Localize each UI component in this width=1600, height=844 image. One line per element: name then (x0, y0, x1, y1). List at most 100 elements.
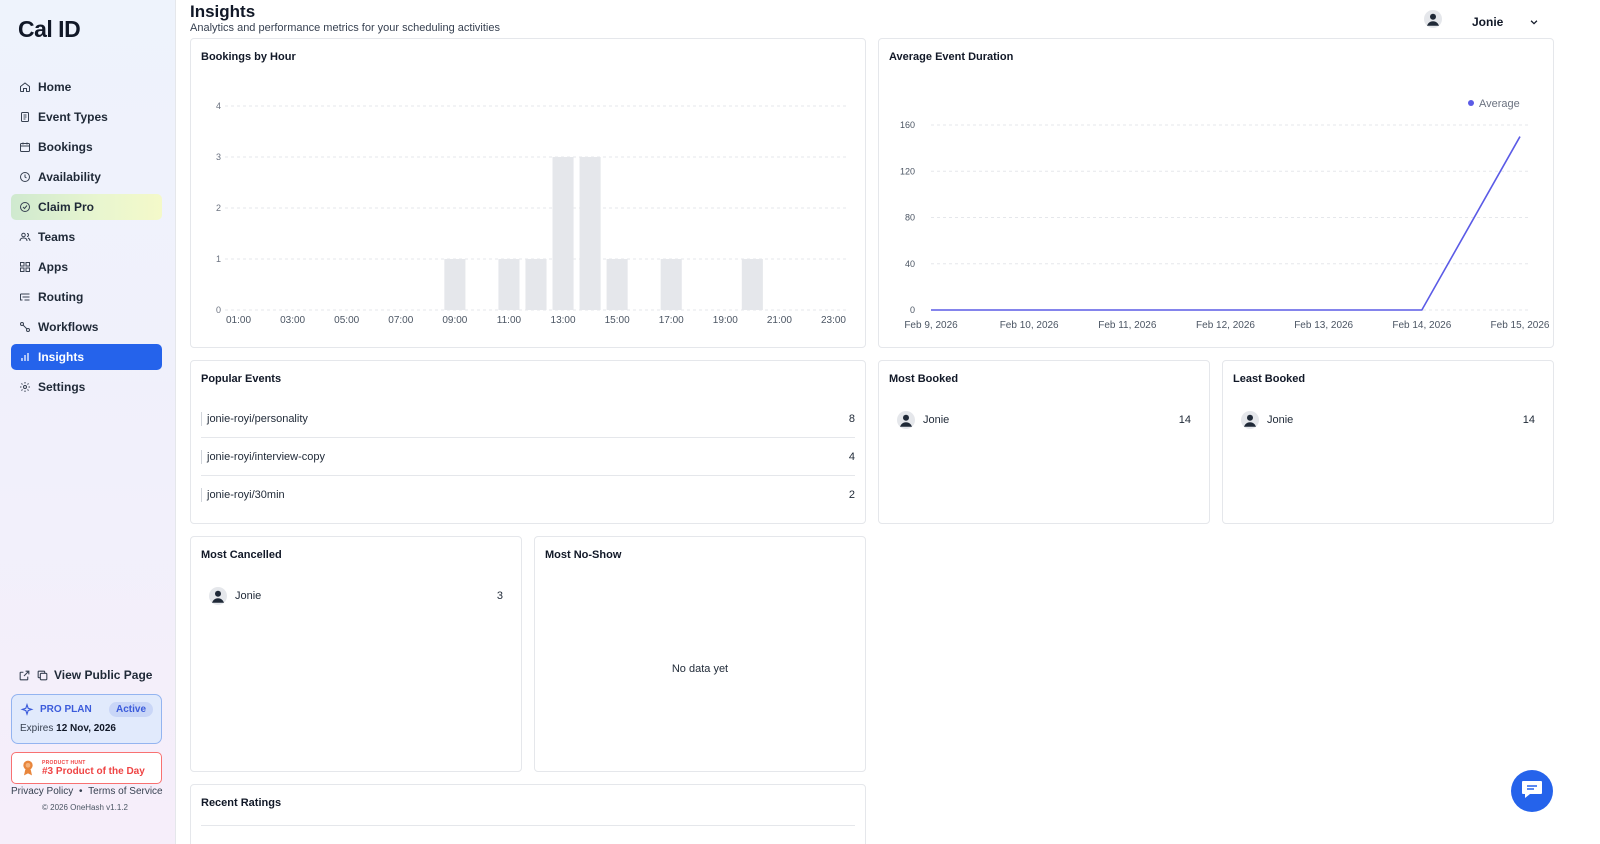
home-icon (19, 81, 31, 93)
sidebar-item-label: Insights (38, 350, 85, 364)
event-name: jonie-royi/30min (207, 489, 285, 501)
page-subtitle: Analytics and performance metrics for yo… (190, 22, 500, 34)
bookings-by-hour-chart: 0 1 2 3 4 01:00 03:00 05:00 07:00 09:00 11:00 13:00… (216, 101, 847, 326)
x-tick-label: 07:00 (388, 315, 413, 326)
list-item[interactable]: Jonie 14 (897, 411, 1191, 429)
user-menu[interactable]: Jonie (1424, 10, 1539, 33)
y-tick-label: 1 (216, 254, 221, 264)
avatar (897, 411, 915, 429)
x-tick-label: 05:00 (334, 315, 359, 326)
event-name: jonie-royi/personality (207, 412, 308, 425)
event-name: jonie-royi/interview-copy (207, 450, 325, 463)
card-title: Popular Events (201, 373, 282, 385)
x-tick-label: 17:00 (659, 315, 684, 326)
product-hunt-rank: #3 Product of the Day (42, 765, 145, 777)
gear-icon (19, 381, 31, 393)
legend-marker (1468, 100, 1474, 106)
bar-17:00 (660, 259, 682, 310)
page-title: Insights (190, 2, 256, 21)
x-tick-label: 15:00 (605, 315, 630, 326)
person-name: Jonie (235, 590, 262, 602)
terms-of-service-link[interactable]: Terms of Service (88, 786, 162, 797)
sidebar-item-label: Teams (38, 230, 76, 244)
list-item[interactable]: Jonie 14 (1241, 411, 1535, 429)
plan-status-badge: Active (108, 702, 153, 717)
most-cancelled-card: Most Cancelled Jonie 3 (190, 536, 522, 772)
app-logo[interactable]: Cal ID (18, 16, 81, 43)
bar-15:00 (606, 259, 628, 310)
grid-icon (19, 261, 31, 273)
person-count: 14 (1522, 414, 1535, 426)
pro-plan-title: PRO PLAN (40, 704, 92, 715)
bar-20:00 (741, 259, 763, 310)
card-title: Recent Ratings (201, 797, 282, 809)
y-tick-label: 80 (905, 213, 915, 223)
person-name: Jonie (1267, 414, 1294, 426)
sidebar-item-home[interactable]: Home (11, 74, 162, 100)
sidebar-item-teams[interactable]: Teams (11, 224, 162, 250)
least-booked-card: Least Booked Jonie 14 (1222, 360, 1554, 524)
list-item[interactable]: jonie-royi/personality 8 (201, 400, 855, 438)
bar-13:00 (552, 157, 574, 310)
sidebar-item-label: Event Types (38, 110, 108, 124)
recent-ratings-card: Recent Ratings (190, 784, 866, 844)
person-count: 14 (1178, 414, 1191, 426)
x-tick-label: 23:00 (821, 315, 846, 326)
x-tick-label: 01:00 (226, 315, 251, 326)
x-tick-label: Feb 12, 2026 (1196, 320, 1255, 331)
footer-separator: • (79, 786, 83, 797)
sidebar-item-label: Bookings (38, 140, 93, 154)
product-hunt-badge[interactable]: PRODUCT HUNT #3 Product of the Day (11, 752, 162, 784)
avatar (209, 587, 227, 605)
bar-14:00 (579, 157, 601, 310)
most-booked-card: Most Booked Jonie 14 (878, 360, 1210, 524)
person-count: 3 (496, 590, 503, 602)
y-tick-label: 4 (216, 101, 221, 111)
sidebar-item-label: Availability (38, 170, 101, 184)
card-title: Most Booked (889, 373, 959, 385)
users-icon (19, 231, 31, 243)
x-tick-label: Feb 13, 2026 (1294, 320, 1353, 331)
pro-plan-card[interactable]: PRO PLAN Active Expires 12 Nov, 2026 (11, 694, 162, 744)
sidebar-item-availability[interactable]: Availability (11, 164, 162, 190)
sidebar-item-workflows[interactable]: Workflows (11, 314, 162, 340)
x-tick-label: 11:00 (497, 315, 522, 326)
clock-icon (19, 171, 31, 183)
chevron-down-icon (1529, 17, 1539, 27)
event-types-icon (19, 111, 31, 123)
avatar (1424, 10, 1442, 33)
sidebar-item-label: Workflows (38, 320, 99, 334)
event-count: 8 (848, 412, 855, 425)
most-no-show-card: Most No-Show No data yet (534, 536, 866, 772)
sidebar-item-apps[interactable]: Apps (11, 254, 162, 280)
view-public-page-link[interactable]: View Public Page (18, 668, 152, 682)
chat-icon (1520, 778, 1544, 805)
bookings-by-hour-card: Bookings by Hour 0 1 2 3 4 01:00 03:00 05:00 07:… (190, 38, 866, 348)
series-line-average (931, 136, 1521, 311)
sidebar-item-bookings[interactable]: Bookings (11, 134, 162, 160)
avatar (1241, 411, 1259, 429)
x-tick-label: 13:00 (551, 315, 576, 326)
sidebar-item-event-types[interactable]: Event Types (11, 104, 162, 130)
sidebar-item-routing[interactable]: Routing (11, 284, 162, 310)
sidebar-item-label: Routing (38, 290, 84, 304)
chat-support-button[interactable] (1511, 770, 1553, 812)
sidebar-nav: Home Event Types Bookings Availability C… (11, 74, 162, 404)
sidebar-item-settings[interactable]: Settings (11, 374, 162, 400)
y-tick-label: 2 (216, 203, 221, 213)
sidebar-item-insights[interactable]: Insights (11, 344, 162, 370)
card-title: Least Booked (1233, 373, 1306, 385)
sidebar-item-label: Apps (38, 260, 68, 274)
sidebar-item-label: Settings (38, 380, 86, 394)
sidebar-item-claim-pro[interactable]: Claim Pro (11, 194, 162, 220)
list-item[interactable]: jonie-royi/30min 2 (201, 476, 855, 514)
popular-events-card: Popular Events jonie-royi/personality 8 … (190, 360, 866, 524)
bar-12:00 (525, 259, 547, 310)
copy-icon[interactable] (36, 669, 49, 682)
y-tick-label: 3 (216, 152, 221, 162)
legend-label: Average (1479, 98, 1520, 110)
privacy-policy-link[interactable]: Privacy Policy (11, 786, 73, 797)
y-tick-label: 160 (900, 120, 915, 130)
list-item[interactable]: Jonie 3 (209, 587, 503, 605)
list-item[interactable]: jonie-royi/interview-copy 4 (201, 438, 855, 476)
